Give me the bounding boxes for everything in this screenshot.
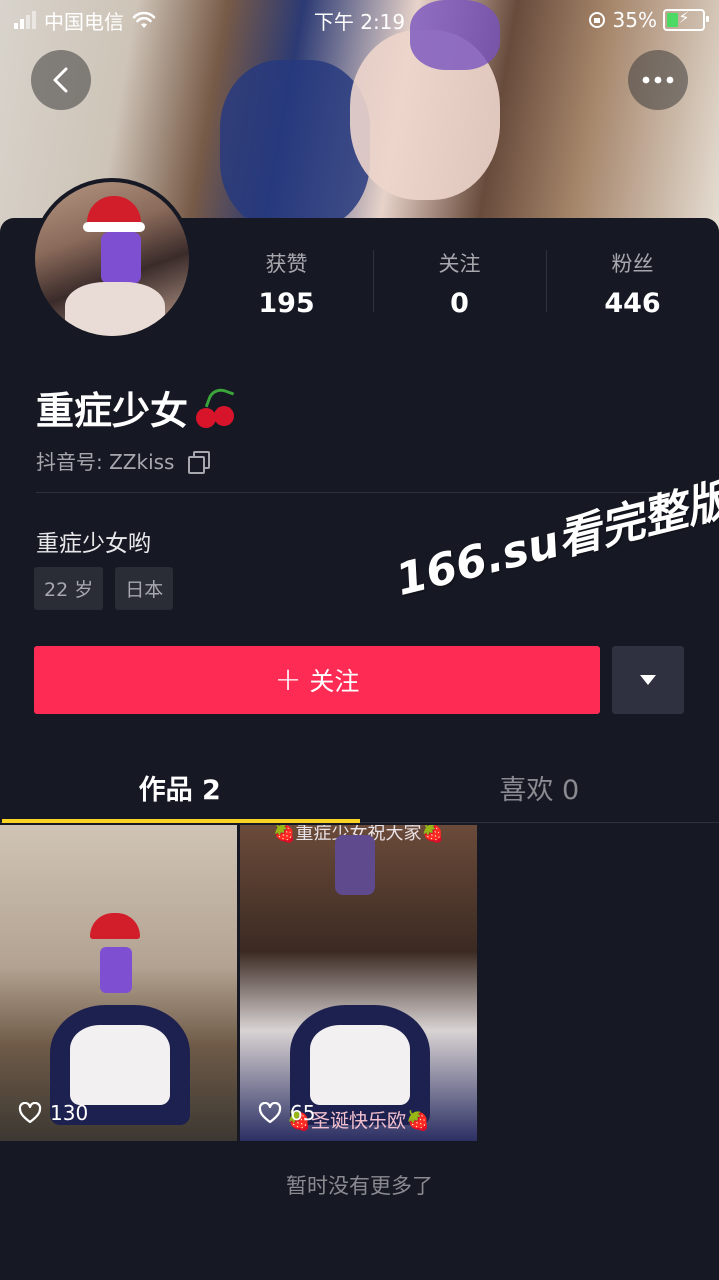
like-count-value: 130: [50, 1101, 89, 1125]
video-grid: 130 🍓重症少女祝大家🍓 🍓圣诞快乐欧🍓 65: [0, 825, 477, 1141]
heart-icon: [18, 1102, 42, 1124]
tab-likes[interactable]: 喜欢 0: [360, 760, 719, 822]
stat-following[interactable]: 关注 0: [373, 248, 546, 319]
plus-icon: +: [274, 659, 302, 698]
status-bar: 中国电信 下午 2:19 35% ⚡: [0, 0, 719, 40]
divider: [36, 492, 683, 493]
douyin-id: 抖音号: ZZkiss: [36, 450, 175, 474]
profile-stats: 获赞 195 关注 0 粉丝 446: [200, 248, 719, 319]
battery-icon: ⚡: [663, 8, 709, 31]
stat-label: 获赞: [265, 252, 308, 276]
battery-percent: 35%: [612, 8, 657, 32]
copy-icon[interactable]: [188, 450, 211, 474]
back-button[interactable]: [31, 50, 91, 110]
like-count: 130: [18, 1101, 88, 1125]
orientation-lock-icon: [588, 12, 605, 28]
profile-name-row: 重症少女: [36, 380, 238, 435]
stat-value: 0: [450, 288, 469, 319]
follow-label: 关注: [309, 667, 360, 696]
like-count-value: 65: [290, 1101, 316, 1125]
stat-label: 粉丝: [611, 252, 654, 276]
triangle-down-icon: [640, 675, 656, 685]
stat-value: 195: [258, 288, 315, 319]
douyin-id-row: 抖音号: ZZkiss: [36, 446, 211, 475]
more-dots-icon: [642, 76, 674, 84]
video-thumbnail[interactable]: 🍓重症少女祝大家🍓 🍓圣诞快乐欧🍓 65: [240, 825, 477, 1141]
content-tabs: 作品 2 喜欢 0: [0, 760, 719, 823]
stat-followers[interactable]: 粉丝 446: [546, 248, 719, 319]
video-thumbnail[interactable]: 130: [0, 825, 237, 1141]
tag-age: 22 岁: [34, 567, 104, 610]
stat-label: 关注: [438, 252, 481, 276]
profile-tags: 22 岁 日本: [34, 567, 174, 610]
profile-bio: 重症少女哟: [36, 531, 151, 557]
follow-button[interactable]: + 关注: [34, 646, 600, 714]
profile-name: 重症少女: [36, 389, 189, 433]
heart-icon: [258, 1102, 282, 1124]
cherry-icon: [194, 384, 238, 430]
tag-location: 日本: [115, 567, 174, 610]
tab-works[interactable]: 作品 2: [0, 760, 360, 823]
more-button[interactable]: [628, 50, 688, 110]
like-count: 65: [258, 1101, 315, 1125]
avatar[interactable]: [31, 178, 193, 340]
stat-likes[interactable]: 获赞 195: [200, 248, 373, 319]
no-more-text: 暂时没有更多了: [286, 1174, 433, 1198]
stat-value: 446: [604, 288, 661, 319]
recommend-dropdown-button[interactable]: [612, 646, 684, 714]
chevron-left-icon: [53, 67, 68, 93]
